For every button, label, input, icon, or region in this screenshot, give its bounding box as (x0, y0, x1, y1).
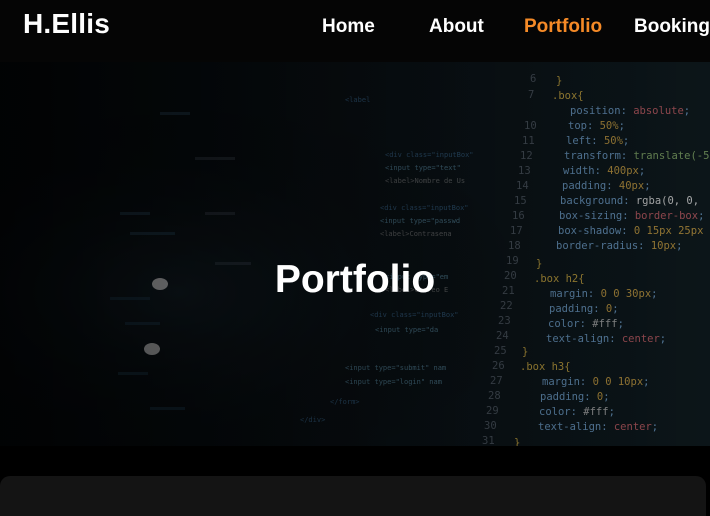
hero-banner: <label <div class="inputBox" <input type… (0, 62, 710, 446)
code-background-image: <label <div class="inputBox" <input type… (0, 62, 710, 446)
main-nav: Home About Portfolio Booking (0, 16, 710, 42)
section-divider (0, 446, 710, 476)
top-navbar: H.Ellis Home About Portfolio Booking (0, 0, 710, 62)
nav-about-link[interactable]: About (429, 16, 484, 38)
nav-home-link[interactable]: Home (322, 16, 375, 38)
page-title: Portfolio (274, 258, 436, 302)
nav-portfolio-link[interactable]: Portfolio (524, 16, 602, 38)
nav-booking-link[interactable]: Booking (634, 16, 710, 38)
content-card (0, 476, 706, 516)
